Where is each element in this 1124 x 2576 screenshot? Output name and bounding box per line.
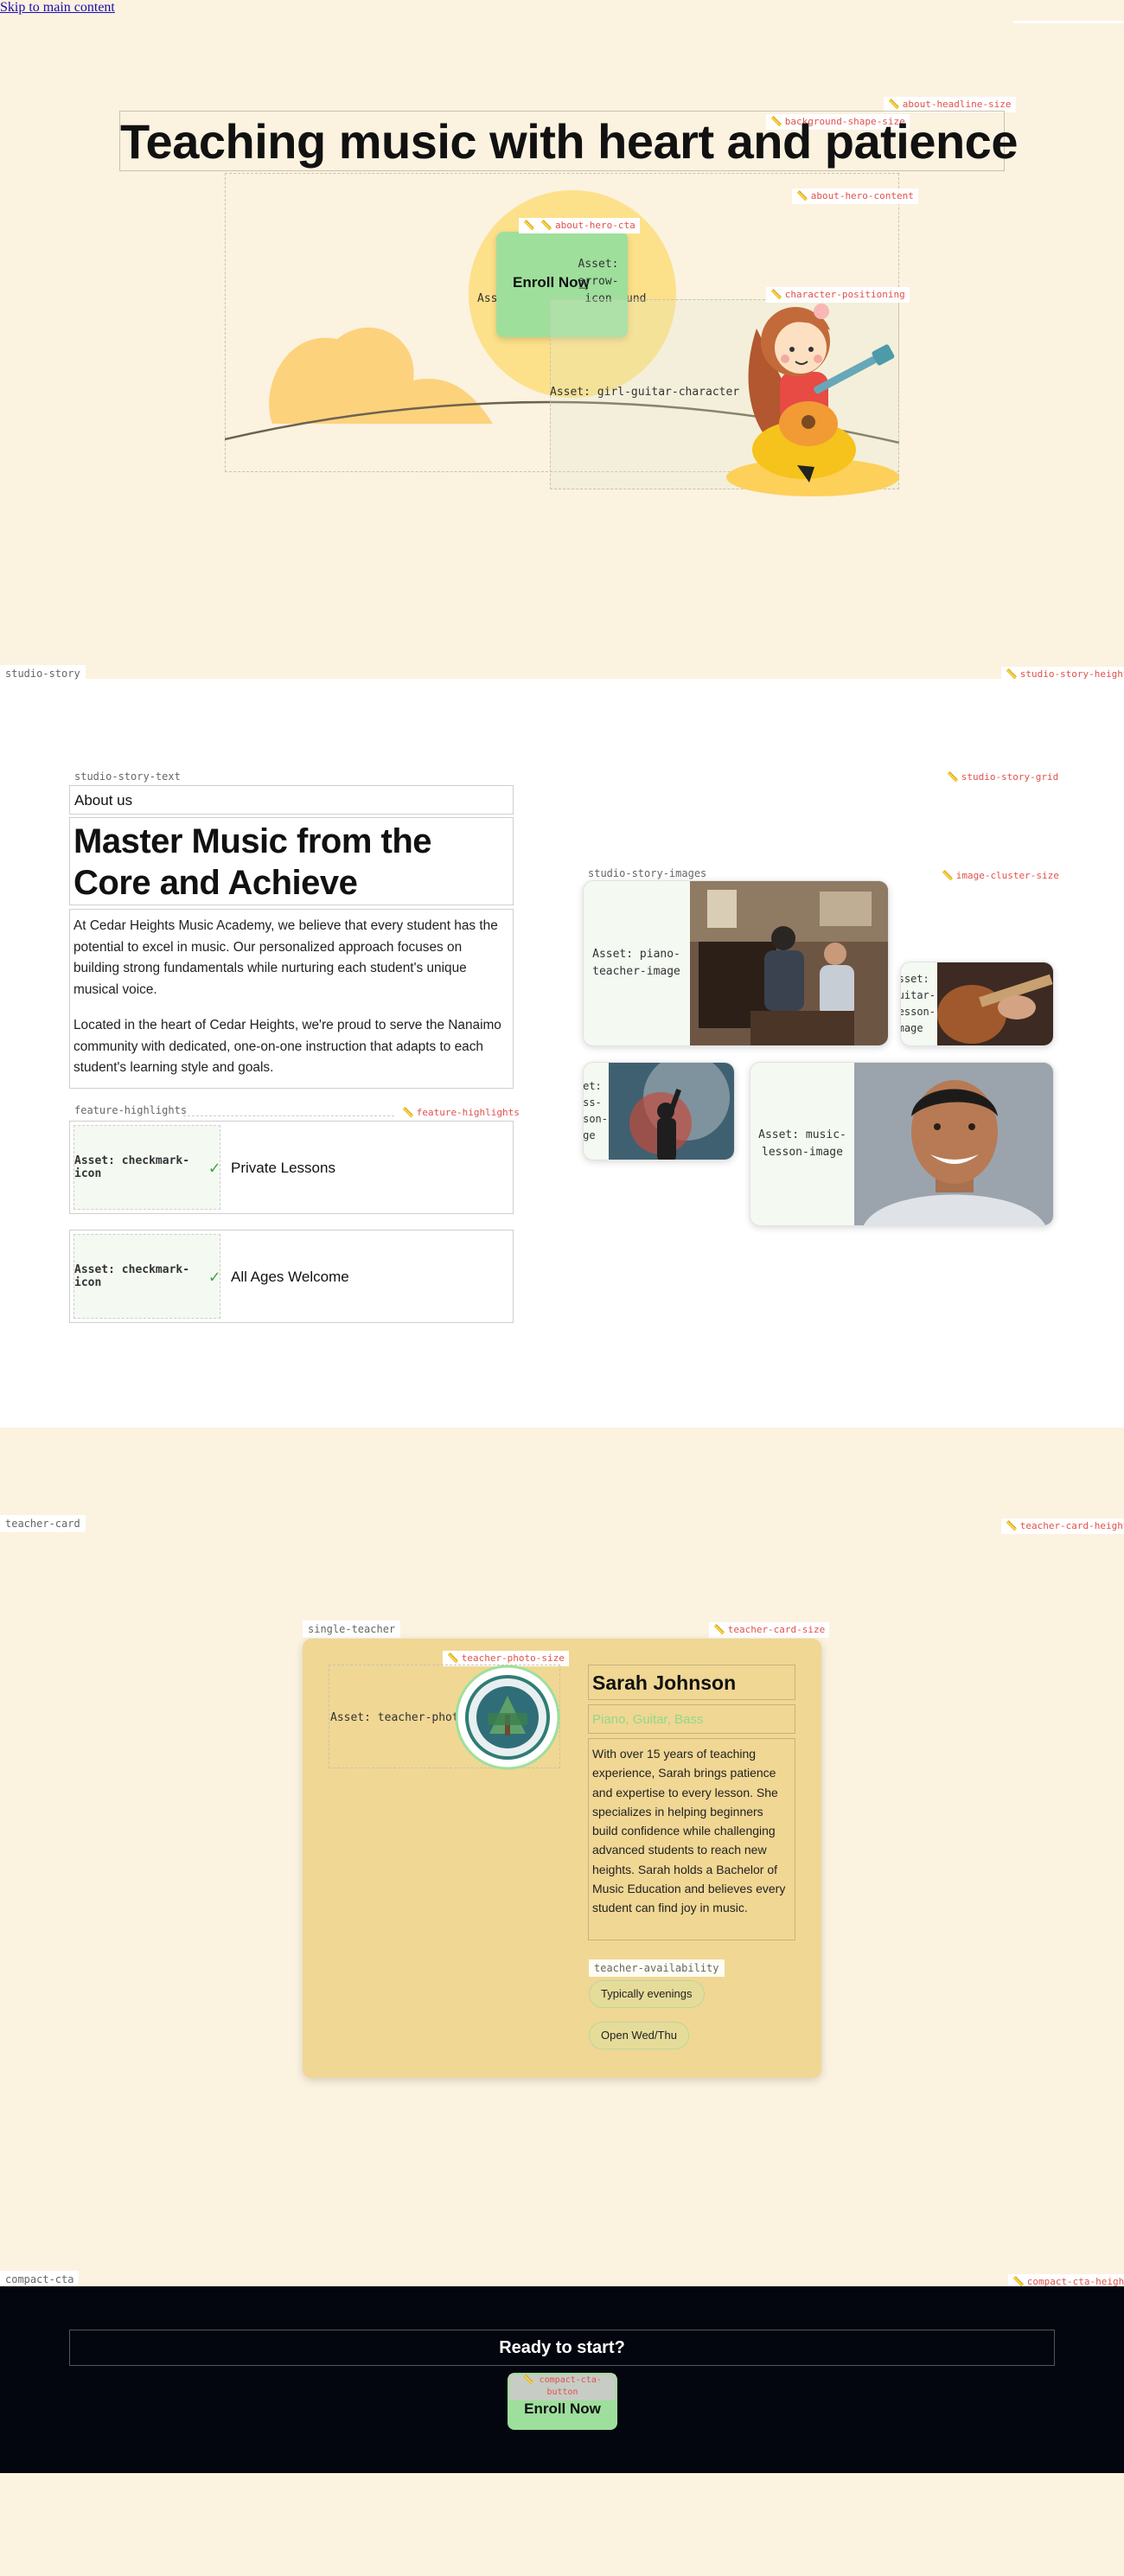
- ruler-about-hero-cta: 📏 📏 about-hero-cta: [519, 218, 640, 233]
- teacher-instruments-box: Piano, Guitar, Bass: [588, 1704, 795, 1734]
- story-paragraph-2: Located in the heart of Cedar Heights, w…: [73, 1018, 501, 1075]
- teacher-name: Sarah Johnson: [592, 1672, 737, 1694]
- checkmark-icon: Asset: checkmark-icon ✓: [73, 1125, 220, 1210]
- teacher-photo-asset-label: Asset: teacher-photo: [330, 1711, 466, 1724]
- availability-badge: Typically evenings: [589, 1980, 705, 2008]
- top-right-bar: [1013, 21, 1124, 23]
- ruler-compact-cta-button: 📏 compact-cta-button: [509, 2375, 616, 2400]
- cta-button-label: Enroll Now: [524, 2400, 601, 2417]
- teacher-bio-box: With over 15 years of teaching experienc…: [588, 1738, 795, 1940]
- ruler-teacher-card-size: 📏 teacher-card-size: [709, 1622, 830, 1638]
- background-asset-label-left: Ass: [477, 292, 498, 305]
- piano-teacher-image: Asset: piano- teacher-image: [583, 880, 889, 1046]
- girl-guitar-character-icon: [726, 304, 899, 496]
- story-paragraph-1: At Cedar Heights Music Academy, we belie…: [73, 918, 498, 997]
- section-label-compact-cta: compact-cta: [0, 2271, 80, 2288]
- compact-cta-section: Ready to start? 📏 compact-cta-button Enr…: [0, 2286, 1124, 2473]
- teacher-instruments: Piano, Guitar, Bass: [592, 1712, 704, 1727]
- ruler-studio-story-height: 📏 studio-story-height: [1001, 667, 1124, 682]
- cta-enroll-button[interactable]: 📏 compact-cta-button Enroll Now: [508, 2373, 617, 2430]
- cta-heading: Ready to start?: [69, 2330, 1055, 2366]
- teacher-card: 📏 teacher-photo-size Asset: teacher-photo…: [303, 1639, 821, 2078]
- ruler-teacher-card-height: 📏 teacher-card-height: [1001, 1518, 1124, 1534]
- label-studio-story-images: studio-story-images: [583, 865, 712, 882]
- cloud-shape: [269, 327, 493, 424]
- feature-text: Private Lessons: [231, 1160, 335, 1176]
- section-label-studio-story: studio-story: [0, 665, 86, 682]
- feature-item: Asset: checkmark-icon ✓ All Ages Welcome: [69, 1230, 514, 1323]
- feature-item: Asset: checkmark-icon ✓ Private Lessons: [69, 1121, 514, 1214]
- ruler-image-cluster-size: 📏 image-cluster-size: [937, 868, 1063, 884]
- page-title: Teaching music with heart and patience: [119, 111, 1018, 171]
- ruler-studio-story-grid: 📏 studio-story-grid: [942, 770, 1063, 785]
- eyebrow-text: About us: [74, 792, 133, 809]
- label-single-teacher: single-teacher: [303, 1620, 401, 1638]
- ruler-feature-highlights: 📏 feature-highlights: [398, 1105, 524, 1121]
- character-asset-label: Asset: girl-guitar-character: [550, 386, 740, 399]
- class-lesson-image: Asset: class- lesson- image: [583, 1062, 735, 1160]
- label-teacher-availability: teacher-availability: [589, 1959, 725, 1977]
- label-studio-story-text: studio-story-text: [69, 768, 186, 785]
- guitar-lesson-image: Asset: guitar- lesson- image: [900, 962, 1054, 1046]
- section-label-teacher-card: teacher-card: [0, 1515, 86, 1532]
- story-text-box: At Cedar Heights Music Academy, we belie…: [69, 909, 514, 1089]
- teacher-name-box: Sarah Johnson: [588, 1665, 795, 1700]
- teacher-photo: [455, 1665, 560, 1770]
- feature-text: All Ages Welcome: [231, 1269, 349, 1285]
- availability-badge: Open Wed/Thu: [589, 2022, 689, 2049]
- feature-divider: [183, 1115, 394, 1117]
- checkmark-icon: Asset: checkmark-icon ✓: [73, 1234, 220, 1319]
- skip-to-main-link[interactable]: Skip to main content: [0, 0, 115, 16]
- eyebrow-box: About us: [69, 785, 514, 815]
- teacher-bio: With over 15 years of teaching experienc…: [592, 1747, 786, 1915]
- label-feature-highlights: feature-highlights: [69, 1102, 193, 1119]
- music-lesson-image: Asset: music- lesson-image: [750, 1062, 1054, 1226]
- heading-box: Master Music from the Core and Achieve E…: [69, 817, 514, 943]
